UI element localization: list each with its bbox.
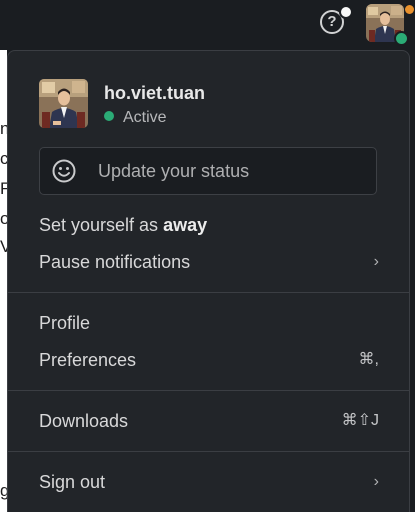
downloads-label: Downloads: [39, 411, 129, 431]
online-status-dot: [394, 31, 409, 46]
username: ho.viet.tuan: [104, 83, 206, 103]
presence-label: Active: [123, 109, 167, 126]
top-bar: ?: [0, 0, 415, 48]
away-keyword: away: [163, 215, 208, 235]
avatar-photo-icon: [39, 79, 88, 128]
set-away-item[interactable]: Set yourself as away: [39, 210, 379, 240]
pause-notifications-item[interactable]: Pause notifications ›: [39, 247, 379, 277]
sign-out-item[interactable]: Sign out ›: [39, 467, 379, 497]
active-status-dot: [104, 111, 114, 121]
background-content: n c F o V g: [0, 50, 11, 512]
chevron-right-icon: ›: [373, 473, 379, 490]
menu-divider: [8, 292, 409, 293]
preferences-shortcut: ⌘,: [358, 351, 379, 368]
update-status-placeholder: Update your status: [98, 161, 250, 181]
user-menu: ho.viet.tuan Active Update your status S…: [7, 50, 410, 512]
profile-header[interactable]: ho.viet.tuan Active: [39, 79, 379, 131]
profile-avatar: [39, 79, 88, 128]
chevron-right-icon: ›: [373, 253, 379, 270]
preferences-item[interactable]: Preferences ⌘,: [39, 345, 379, 375]
downloads-item[interactable]: Downloads ⌘⇧J: [39, 406, 379, 436]
profile-label: Profile: [39, 313, 91, 333]
menu-divider: [8, 390, 409, 391]
profile-item[interactable]: Profile: [39, 308, 379, 338]
presence-status: Active: [104, 109, 167, 127]
smiley-icon: [52, 159, 76, 183]
help-badge-dot: [339, 5, 353, 19]
update-status-button[interactable]: Update your status: [39, 147, 377, 195]
sign-out-label: Sign out: [39, 472, 106, 492]
preferences-label: Preferences: [39, 350, 137, 370]
downloads-shortcut: ⌘⇧J: [341, 412, 379, 429]
pause-notifications-label: Pause notifications: [39, 252, 191, 272]
notification-dot: [405, 5, 414, 14]
menu-divider: [8, 451, 409, 452]
set-away-label: Set yourself as: [39, 215, 164, 235]
